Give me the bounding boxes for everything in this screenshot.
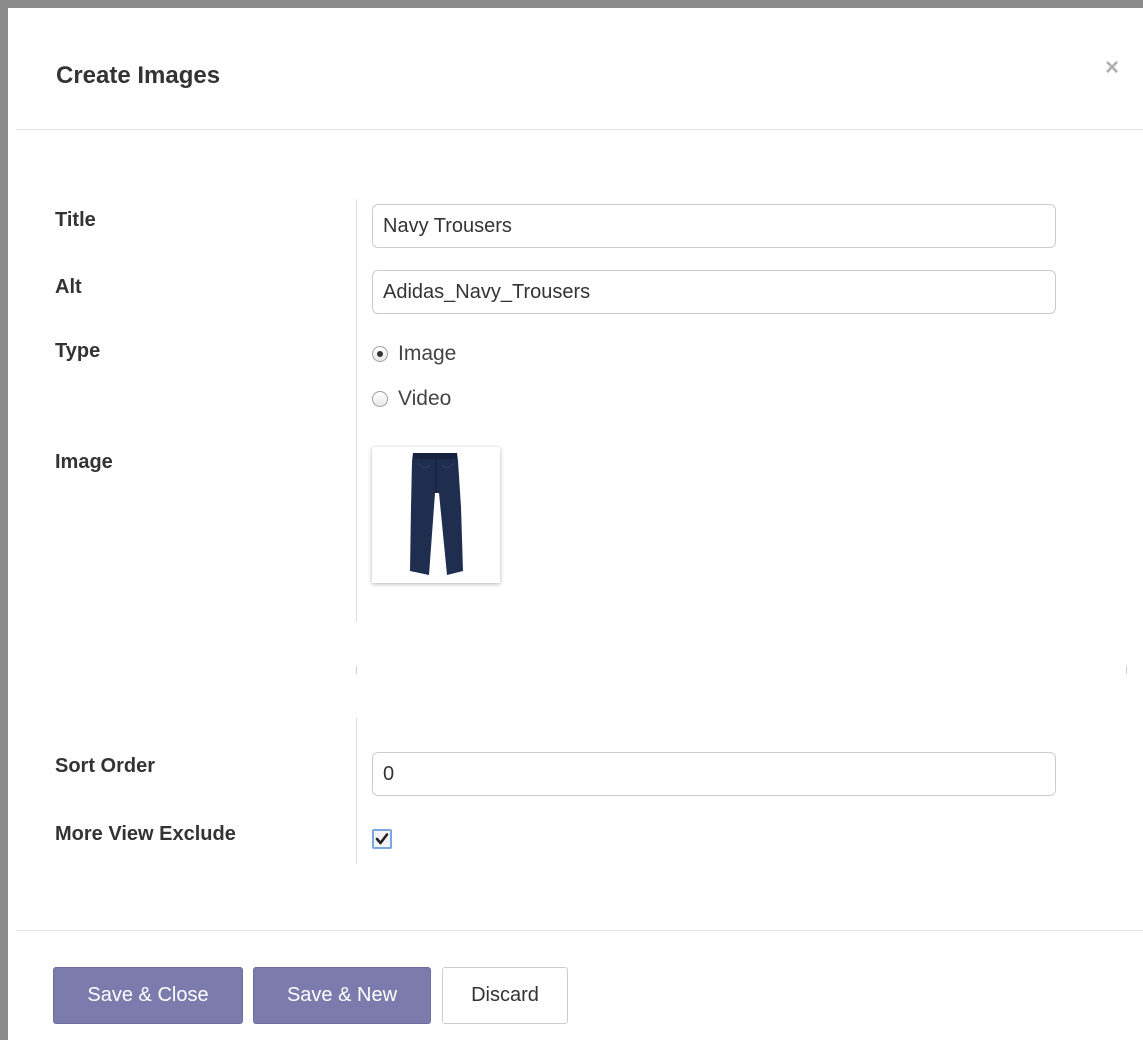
image-radio-label: Image — [398, 342, 457, 365]
more-view-exclude-label: More View Exclude — [55, 823, 236, 845]
type-option-image[interactable]: Image — [372, 341, 456, 367]
footer-divider — [16, 930, 1143, 931]
section-tick-right — [1126, 666, 1127, 674]
dialog-header: Create Images × — [16, 16, 1143, 130]
title-input[interactable] — [372, 204, 1056, 248]
save-close-button[interactable]: Save & Close — [53, 967, 243, 1024]
image-label: Image — [55, 451, 113, 473]
type-option-video[interactable]: Video — [372, 386, 451, 412]
create-images-dialog: Create Images × Title Alt Type Image Vid… — [16, 16, 1143, 1040]
discard-button[interactable]: Discard — [442, 967, 568, 1024]
sort-order-input[interactable] — [372, 752, 1056, 796]
alt-input[interactable] — [372, 270, 1056, 314]
dialog-title: Create Images — [56, 62, 221, 89]
window-frame: Create Images × Title Alt Type Image Vid… — [0, 0, 1143, 1040]
alt-label: Alt — [55, 276, 82, 298]
form-column-divider-lower — [356, 718, 357, 864]
sort-order-label: Sort Order — [55, 755, 156, 777]
type-label: Type — [55, 340, 101, 362]
video-radio-label: Video — [398, 387, 452, 410]
image-radio[interactable] — [372, 346, 388, 362]
trousers-image — [410, 453, 463, 575]
form-column-divider — [356, 199, 357, 622]
save-new-button[interactable]: Save & New — [253, 967, 431, 1024]
section-tick-left — [356, 666, 357, 674]
close-icon[interactable]: × — [1105, 56, 1119, 80]
video-radio[interactable] — [372, 391, 388, 407]
title-label: Title — [55, 209, 96, 231]
more-view-exclude-checkbox[interactable] — [372, 829, 392, 849]
image-thumbnail[interactable] — [372, 447, 500, 583]
checkmark-icon — [375, 833, 389, 845]
